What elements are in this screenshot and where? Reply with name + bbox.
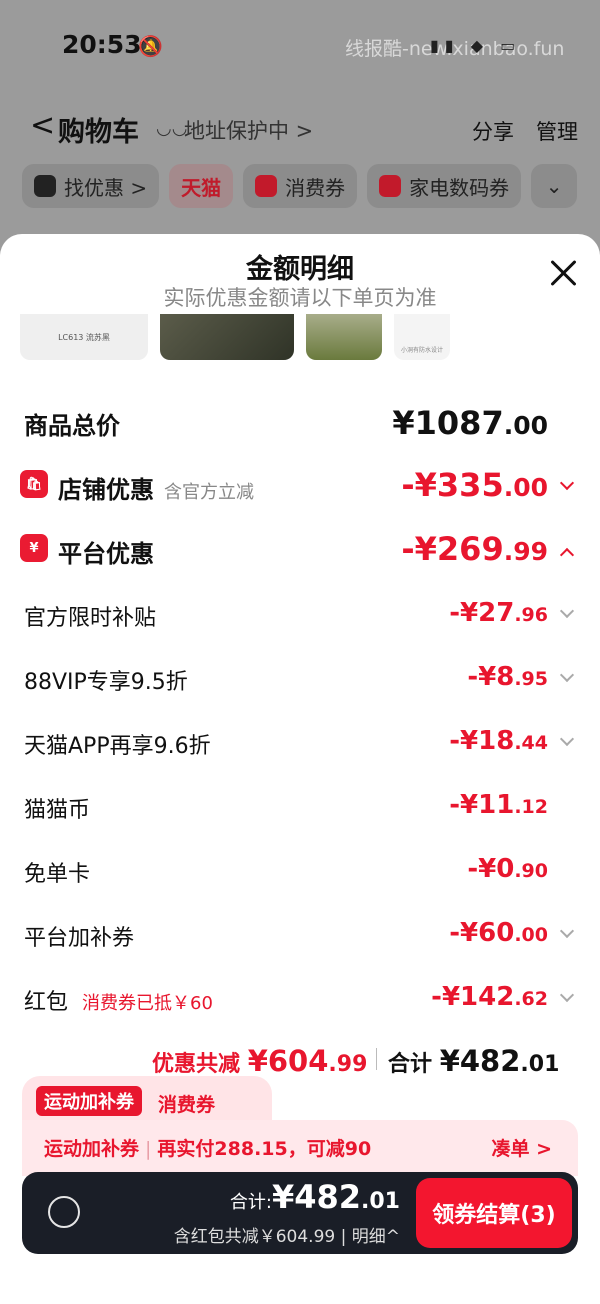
discount-total: 优惠共减 ¥604.99 [152, 1044, 368, 1078]
discount-item-row[interactable]: 天猫APP再享9.6折 -¥18.44 [0, 724, 600, 760]
tab-consumer-coupon[interactable]: 消费券 [158, 1090, 215, 1117]
sport-coupon-promo: 运动加补券 消费券 运动加补券 | 再实付288.15，可减90 凑单 > [22, 1076, 578, 1176]
product-thumbnail: 小洞有防水设计 [394, 314, 450, 360]
checkout-bar: 合计:¥482.01 含红包共减￥604.99 | 明细^ 领券结算(3) [22, 1172, 578, 1254]
discount-item-label: 88VIP专享9.5折 [24, 670, 188, 695]
eye-closed-icon: ◡◡ [156, 118, 188, 139]
share-button[interactable]: 分享 [472, 116, 514, 146]
coupon-icon [379, 175, 402, 197]
page-title: 购物车 [58, 117, 139, 148]
chip-expand-button[interactable]: ⌄ [531, 164, 578, 208]
platform-discount-row[interactable]: ¥ 平台优惠 -¥269.99 [0, 528, 600, 568]
tab-sport-coupon[interactable]: 运动加补券 [36, 1086, 142, 1116]
amount-detail-sheet: 金额明细 实际优惠金额请以下单页为准 LC613 流苏黑 小洞有防水设计 商品总… [0, 234, 600, 1304]
cat-logo-icon [34, 175, 56, 197]
chevron-down-icon[interactable] [559, 923, 575, 939]
chevron-down-icon[interactable] [559, 475, 575, 491]
platform-yuan-icon: ¥ [20, 534, 48, 562]
close-icon[interactable] [546, 256, 580, 290]
discount-item-value: -¥0.90 [467, 854, 548, 884]
discount-item-value: -¥8.95 [467, 662, 548, 692]
total-price-label: 商品总价 [24, 412, 120, 440]
signal-wifi-battery-icon: ▮▮ ◆ ▭ [430, 36, 522, 55]
product-thumbnail [306, 314, 382, 360]
status-time: 20:53 [62, 30, 142, 59]
discount-item-row[interactable]: 平台加补券 -¥60.00 [0, 916, 600, 952]
discount-item-row[interactable]: 官方限时补贴 -¥27.96 [0, 596, 600, 632]
product-thumbnail [160, 314, 294, 360]
promo-message: 运动加补券 | 再实付288.15，可减90 [44, 1138, 372, 1160]
chip-consumer-coupon[interactable]: 消费券 [243, 164, 358, 208]
sheet-subtitle: 实际优惠金额请以下单页为准 [163, 286, 437, 310]
discount-item-row: 免单卡 -¥0.90 [0, 852, 600, 888]
discount-item-label: 红包 消费券已抵￥60 [24, 990, 213, 1015]
grand-total: 合计 ¥482.01 [388, 1044, 560, 1078]
discount-item-value: -¥18.44 [449, 726, 548, 756]
store-discount-row[interactable]: 🛍 店铺优惠 含官方立减 -¥335.00 [0, 464, 600, 504]
discount-item-value: -¥11.12 [449, 790, 548, 820]
discount-item-label: 天猫APP再享9.6折 [24, 734, 211, 759]
detail-toggle[interactable]: 含红包共减￥604.99 | 明细^ [174, 1222, 400, 1247]
chevron-down-icon[interactable] [559, 731, 575, 747]
back-chevron-icon[interactable]: < [30, 108, 55, 143]
discount-item-row: 猫猫币 -¥11.12 [0, 788, 600, 824]
store-discount-value: -¥335.00 [401, 466, 548, 504]
discount-item-value: -¥27.96 [449, 598, 548, 628]
checkout-button[interactable]: 领券结算(3) [416, 1178, 572, 1248]
chevron-down-icon[interactable] [559, 603, 575, 619]
coupon-icon [255, 175, 278, 197]
discount-item-label: 平台加补券 [24, 926, 135, 951]
filter-chip-row: 找优惠 > 天猫 消费券 家电数码券 ⌄ [22, 164, 578, 208]
sheet-title: 金额明细 [246, 254, 354, 285]
chip-appliance-coupon[interactable]: 家电数码券 [367, 164, 522, 208]
chevron-down-icon[interactable] [559, 667, 575, 683]
discount-item-label: 官方限时补贴 [24, 606, 157, 631]
discount-item-label: 免单卡 [24, 862, 91, 887]
checkout-total: 合计:¥482.01 [229, 1178, 400, 1216]
discount-item-label: 猫猫币 [24, 798, 91, 823]
discount-item-row[interactable]: 88VIP专享9.5折 -¥8.95 [0, 660, 600, 696]
product-thumbnails: LC613 流苏黑 小洞有防水设计 [20, 314, 450, 360]
total-price-value: ¥1087.00 [392, 404, 548, 442]
chip-tmall[interactable]: 天猫 [169, 164, 234, 208]
discount-item-value: -¥60.00 [449, 918, 548, 948]
product-thumbnail: LC613 流苏黑 [20, 314, 148, 360]
address-protect-link[interactable]: 地址保护中 > [184, 115, 313, 145]
divider [376, 1048, 377, 1070]
discount-summary: 优惠共减 ¥604.99 合计 ¥482.01 [0, 1038, 600, 1078]
total-price-row: 商品总价 ¥1087.00 [0, 400, 600, 442]
store-bag-icon: 🛍 [20, 470, 48, 498]
chevron-up-icon[interactable] [559, 547, 575, 563]
mute-bell-icon: 🔕 [138, 34, 163, 58]
platform-discount-value: -¥269.99 [401, 530, 548, 568]
discount-item-row[interactable]: 红包 消费券已抵￥60 -¥142.62 [0, 980, 600, 1016]
discount-item-value: -¥142.62 [431, 982, 548, 1012]
platform-discount-label: 平台优惠 [58, 540, 154, 568]
chip-find-deals[interactable]: 找优惠 > [22, 164, 160, 208]
add-items-link[interactable]: 凑单 > [491, 1134, 552, 1161]
manage-button[interactable]: 管理 [536, 116, 578, 146]
red-packet-note: 消费券已抵￥60 [82, 993, 213, 1014]
chevron-down-icon[interactable] [559, 987, 575, 1003]
chevron-down-icon: ⌄ [545, 174, 563, 198]
store-discount-label: 店铺优惠 含官方立减 [58, 476, 254, 504]
select-all-radio[interactable] [48, 1196, 80, 1228]
